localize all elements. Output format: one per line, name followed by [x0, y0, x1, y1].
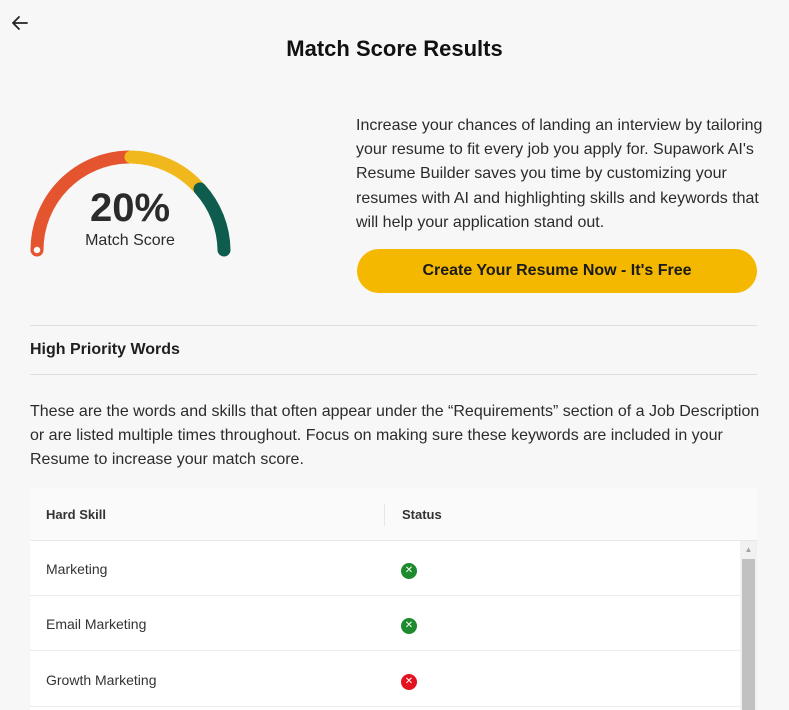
column-header-status: Status [402, 507, 442, 522]
x-circle-icon: ✕ [401, 618, 417, 634]
match-score-percent: 20% [89, 186, 171, 230]
scroll-up-arrow-icon[interactable]: ▲ [740, 545, 757, 555]
gauge-segment-yellow [124, 150, 205, 194]
skill-name: Email Marketing [46, 616, 147, 632]
match-score-label: Match Score [85, 232, 175, 249]
table-row: Email Marketing ✕ [30, 596, 740, 651]
table-scrollbar[interactable]: ▲ [740, 541, 757, 710]
skill-name: Growth Marketing [46, 672, 157, 688]
x-circle-icon: ✕ [401, 674, 417, 690]
hard-skills-table: Hard Skill Status Marketing ✕ Email Mark… [30, 488, 757, 710]
table-row: Growth Marketing ✕ [30, 652, 740, 707]
x-circle-icon: ✕ [401, 563, 417, 579]
divider [30, 325, 757, 326]
match-score-gauge: 20% Match Score [30, 140, 236, 260]
divider [30, 374, 757, 375]
section-description: These are the words and skills that ofte… [30, 403, 760, 468]
back-button[interactable] [10, 12, 32, 34]
skill-name: Marketing [46, 561, 108, 577]
page-title: Match Score Results [286, 36, 503, 61]
promo-text: Increase your chances of landing an inte… [356, 117, 763, 231]
scrollbar-thumb[interactable] [742, 559, 755, 710]
create-resume-button[interactable]: Create Your Resume Now - It's Free [357, 249, 757, 293]
table-header: Hard Skill Status [30, 488, 757, 541]
arrow-left-icon [12, 16, 28, 30]
column-divider [384, 504, 385, 526]
section-title: High Priority Words [30, 341, 180, 358]
table-row: Marketing ✕ [30, 541, 740, 596]
column-header-hard-skill: Hard Skill [46, 507, 106, 522]
